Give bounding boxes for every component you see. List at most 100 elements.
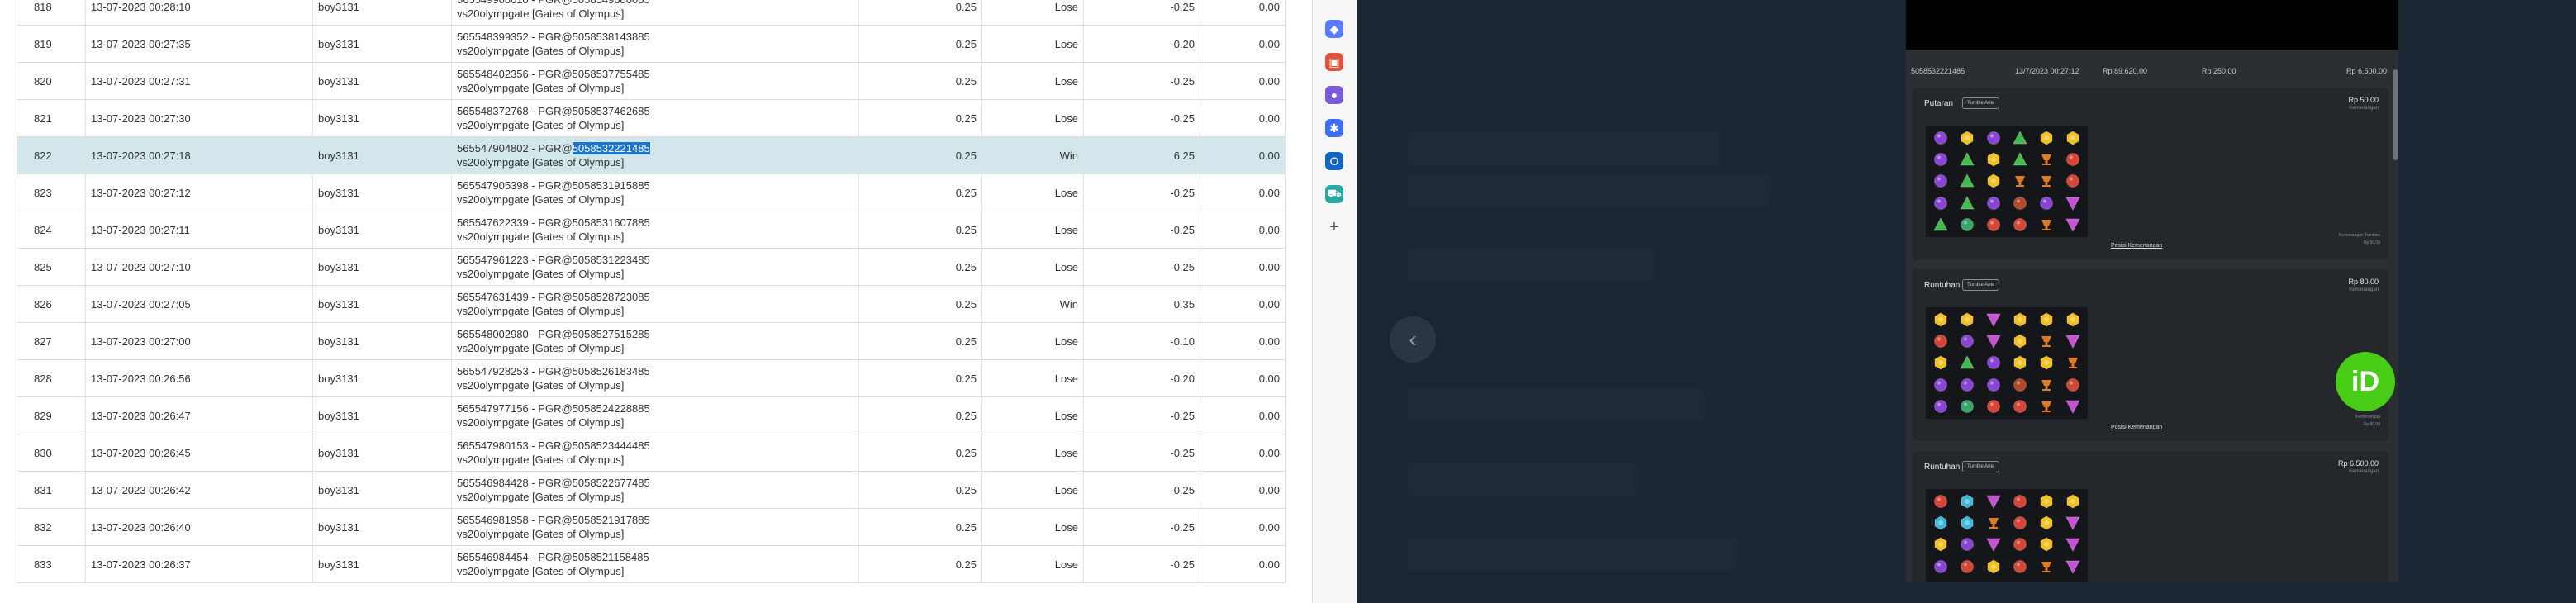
row-number: 819 (17, 25, 86, 63)
row-number: 823 (17, 173, 86, 211)
row-date: 13-07-2023 00:26:37 (85, 545, 313, 583)
table-row[interactable]: 828 13-07-2023 00:26:56 boy3131 56554792825… (17, 359, 1286, 397)
card-win-label: Kemenangan (2349, 106, 2379, 111)
row-bet: 0.25 (858, 173, 982, 211)
card-title: Runtuhan (1924, 463, 1961, 472)
table-row[interactable]: 822 13-07-2023 00:27:18 boy3131 56554790480… (17, 136, 1286, 174)
purple-gem-symbol (1927, 127, 1954, 149)
winning-positions-link[interactable]: Posisi Kemenangan (2111, 243, 2162, 249)
chalice-symbol (2033, 396, 2060, 417)
row-winloss: -0.10 (1083, 322, 1200, 360)
yellow-gem-symbol (2007, 352, 2033, 373)
reel-grid (1926, 489, 2088, 582)
table-row[interactable]: 81813-07-2023 00:28:10boy313156554990801… (17, 0, 1286, 26)
row-winloss: -0.25 (1083, 62, 1200, 100)
cart-icon[interactable]: ⛟ (1325, 185, 1343, 203)
red-gem-symbol (2007, 396, 2033, 417)
row-result: Win (981, 285, 1084, 323)
row-number: 825 (17, 248, 86, 286)
extension-tag-icon[interactable]: ◆ (1325, 20, 1343, 38)
row-winloss: -0.25 (1083, 173, 1200, 211)
game-name: vs20olympgate [Gates of Olympus] (457, 342, 625, 354)
purple-gem-symbol (1927, 149, 1954, 170)
card-win-amount: Rp 50,00 (2348, 96, 2379, 104)
table-row[interactable]: 832 13-07-2023 00:26:40 boy3131 56554698195… (17, 508, 1286, 546)
row-result: Lose (981, 359, 1084, 397)
pink-gem-symbol (2060, 330, 2086, 352)
table-row[interactable]: 829 13-07-2023 00:26:47 boy3131 56554797715… (17, 396, 1286, 434)
row-number: 829 (17, 396, 86, 434)
table-row[interactable]: 820 13-07-2023 00:27:31 boy3131 56554840235… (17, 62, 1286, 100)
table-row[interactable]: 827 13-07-2023 00:27:00 boy3131 56554800298… (17, 322, 1286, 360)
row-result: Lose (981, 173, 1084, 211)
purple-gem-symbol (1954, 374, 1980, 396)
feature-badge: Tumble Ante (1962, 97, 2000, 109)
row-username: boy3131 (312, 62, 452, 100)
card-footer-label: Kemenangan Tumbles (2338, 233, 2380, 238)
description-text: 565547631439 - PGR@5058528723085 (457, 291, 650, 303)
table-row[interactable]: 824 13-07-2023 00:27:11 boy3131 56554762233… (17, 211, 1286, 249)
table-row[interactable]: 826 13-07-2023 00:27:05 boy3131 56554763143… (17, 285, 1286, 323)
row-description: 565548372768 - PGR@5058537462685 vs20olym… (451, 99, 859, 137)
yellow-gem-symbol (1980, 577, 2007, 582)
background-row (1407, 388, 1704, 421)
row-description: 565546981958 - PGR@5058521917885 vs20olym… (451, 508, 859, 546)
red-gem-symbol (1927, 491, 1954, 512)
row-winloss: 6.25 (1083, 136, 1200, 174)
row-bet: 0.25 (858, 0, 982, 26)
add-icon[interactable]: + (1325, 218, 1343, 236)
table-row[interactable]: 819 13-07-2023 00:27:35 boy3131 56554839935… (17, 25, 1286, 63)
settings-icon[interactable]: ✱ (1325, 119, 1343, 137)
row-bet: 0.25 (858, 322, 982, 360)
table-row[interactable]: 821 13-07-2023 00:27:30 boy3131 56554837276… (17, 99, 1286, 137)
green-gem-symbol (1954, 149, 1980, 170)
purple-gem-symbol (1980, 192, 2007, 214)
row-username: boy3131 (312, 396, 452, 434)
game-name: vs20olympgate [Gates of Olympus] (457, 491, 625, 503)
card-footer-value: Rp 80,00 (2363, 422, 2380, 427)
purple-gem-symbol (1927, 192, 1954, 214)
popup-scrollbar[interactable] (2393, 69, 2398, 160)
purple-gem-symbol (1954, 534, 1980, 555)
brand-logo[interactable]: iD (2336, 352, 2395, 411)
people-icon[interactable]: ● (1325, 86, 1343, 104)
table-row[interactable]: 830 13-07-2023 00:26:45 boy3131 56554798015… (17, 434, 1286, 472)
chalice-symbol (2007, 170, 2033, 192)
chalice-symbol (2033, 149, 2060, 170)
red-gem-symbol (2060, 170, 2086, 192)
round-win: Rp 6.500,00 (2345, 67, 2387, 75)
yellow-gem-symbol (2033, 127, 2060, 149)
round-detail-popup: 5058532221485 13/7/2023 00:27:12 Rp 89.6… (1906, 0, 2398, 582)
table-row[interactable]: 825 13-07-2023 00:27:10 boy3131 56554796122… (17, 248, 1286, 286)
pink-gem-symbol (2060, 556, 2086, 577)
card-win-amount: Rp 6.500,00 (2337, 459, 2379, 468)
red-gem-symbol (2060, 374, 2086, 396)
pink-gem-symbol (1980, 330, 2007, 352)
row-username: boy3131 (312, 322, 452, 360)
description-text: 565547980153 - PGR@5058523444485 (457, 439, 650, 452)
card-title: Putaran (1924, 99, 1954, 108)
row-bet: 0.25 (858, 99, 982, 137)
row-date: 13-07-2023 00:27:05 (85, 285, 313, 323)
row-number: 833 (17, 545, 86, 583)
background-row (1407, 248, 1655, 281)
row-result: Lose (981, 322, 1084, 360)
green-gem-symbol (1927, 214, 1954, 235)
table-row[interactable]: 833 13-07-2023 00:26:37 boy3131 56554698445… (17, 545, 1286, 583)
winning-positions-link[interactable]: Posisi Kemenangan (2111, 425, 2162, 430)
row-number: 820 (17, 62, 86, 100)
outlook-icon[interactable]: O (1325, 152, 1343, 170)
chalice-symbol (2033, 170, 2060, 192)
briefcase-icon[interactable]: ▣ (1325, 53, 1343, 71)
game-name: vs20olympgate [Gates of Olympus] (457, 193, 625, 206)
table-row[interactable]: 823 13-07-2023 00:27:12 boy3131 56554790539… (17, 173, 1286, 211)
table-row[interactable]: 831 13-07-2023 00:26:42 boy3131 56554698442… (17, 471, 1286, 509)
green-gem-symbol (1954, 170, 1980, 192)
row-balance: 0.00 (1200, 99, 1286, 137)
chalice-symbol (2033, 330, 2060, 352)
row-description: 565548002980 - PGR@5058527515285 vs20olym… (451, 322, 859, 360)
description-text: 565547977156 - PGR@5058524228885 (457, 402, 650, 415)
row-date: 13-07-2023 00:27:10 (85, 248, 313, 286)
yellow-gem-symbol (2060, 127, 2086, 149)
back-button[interactable]: ‹ (1390, 316, 1436, 363)
